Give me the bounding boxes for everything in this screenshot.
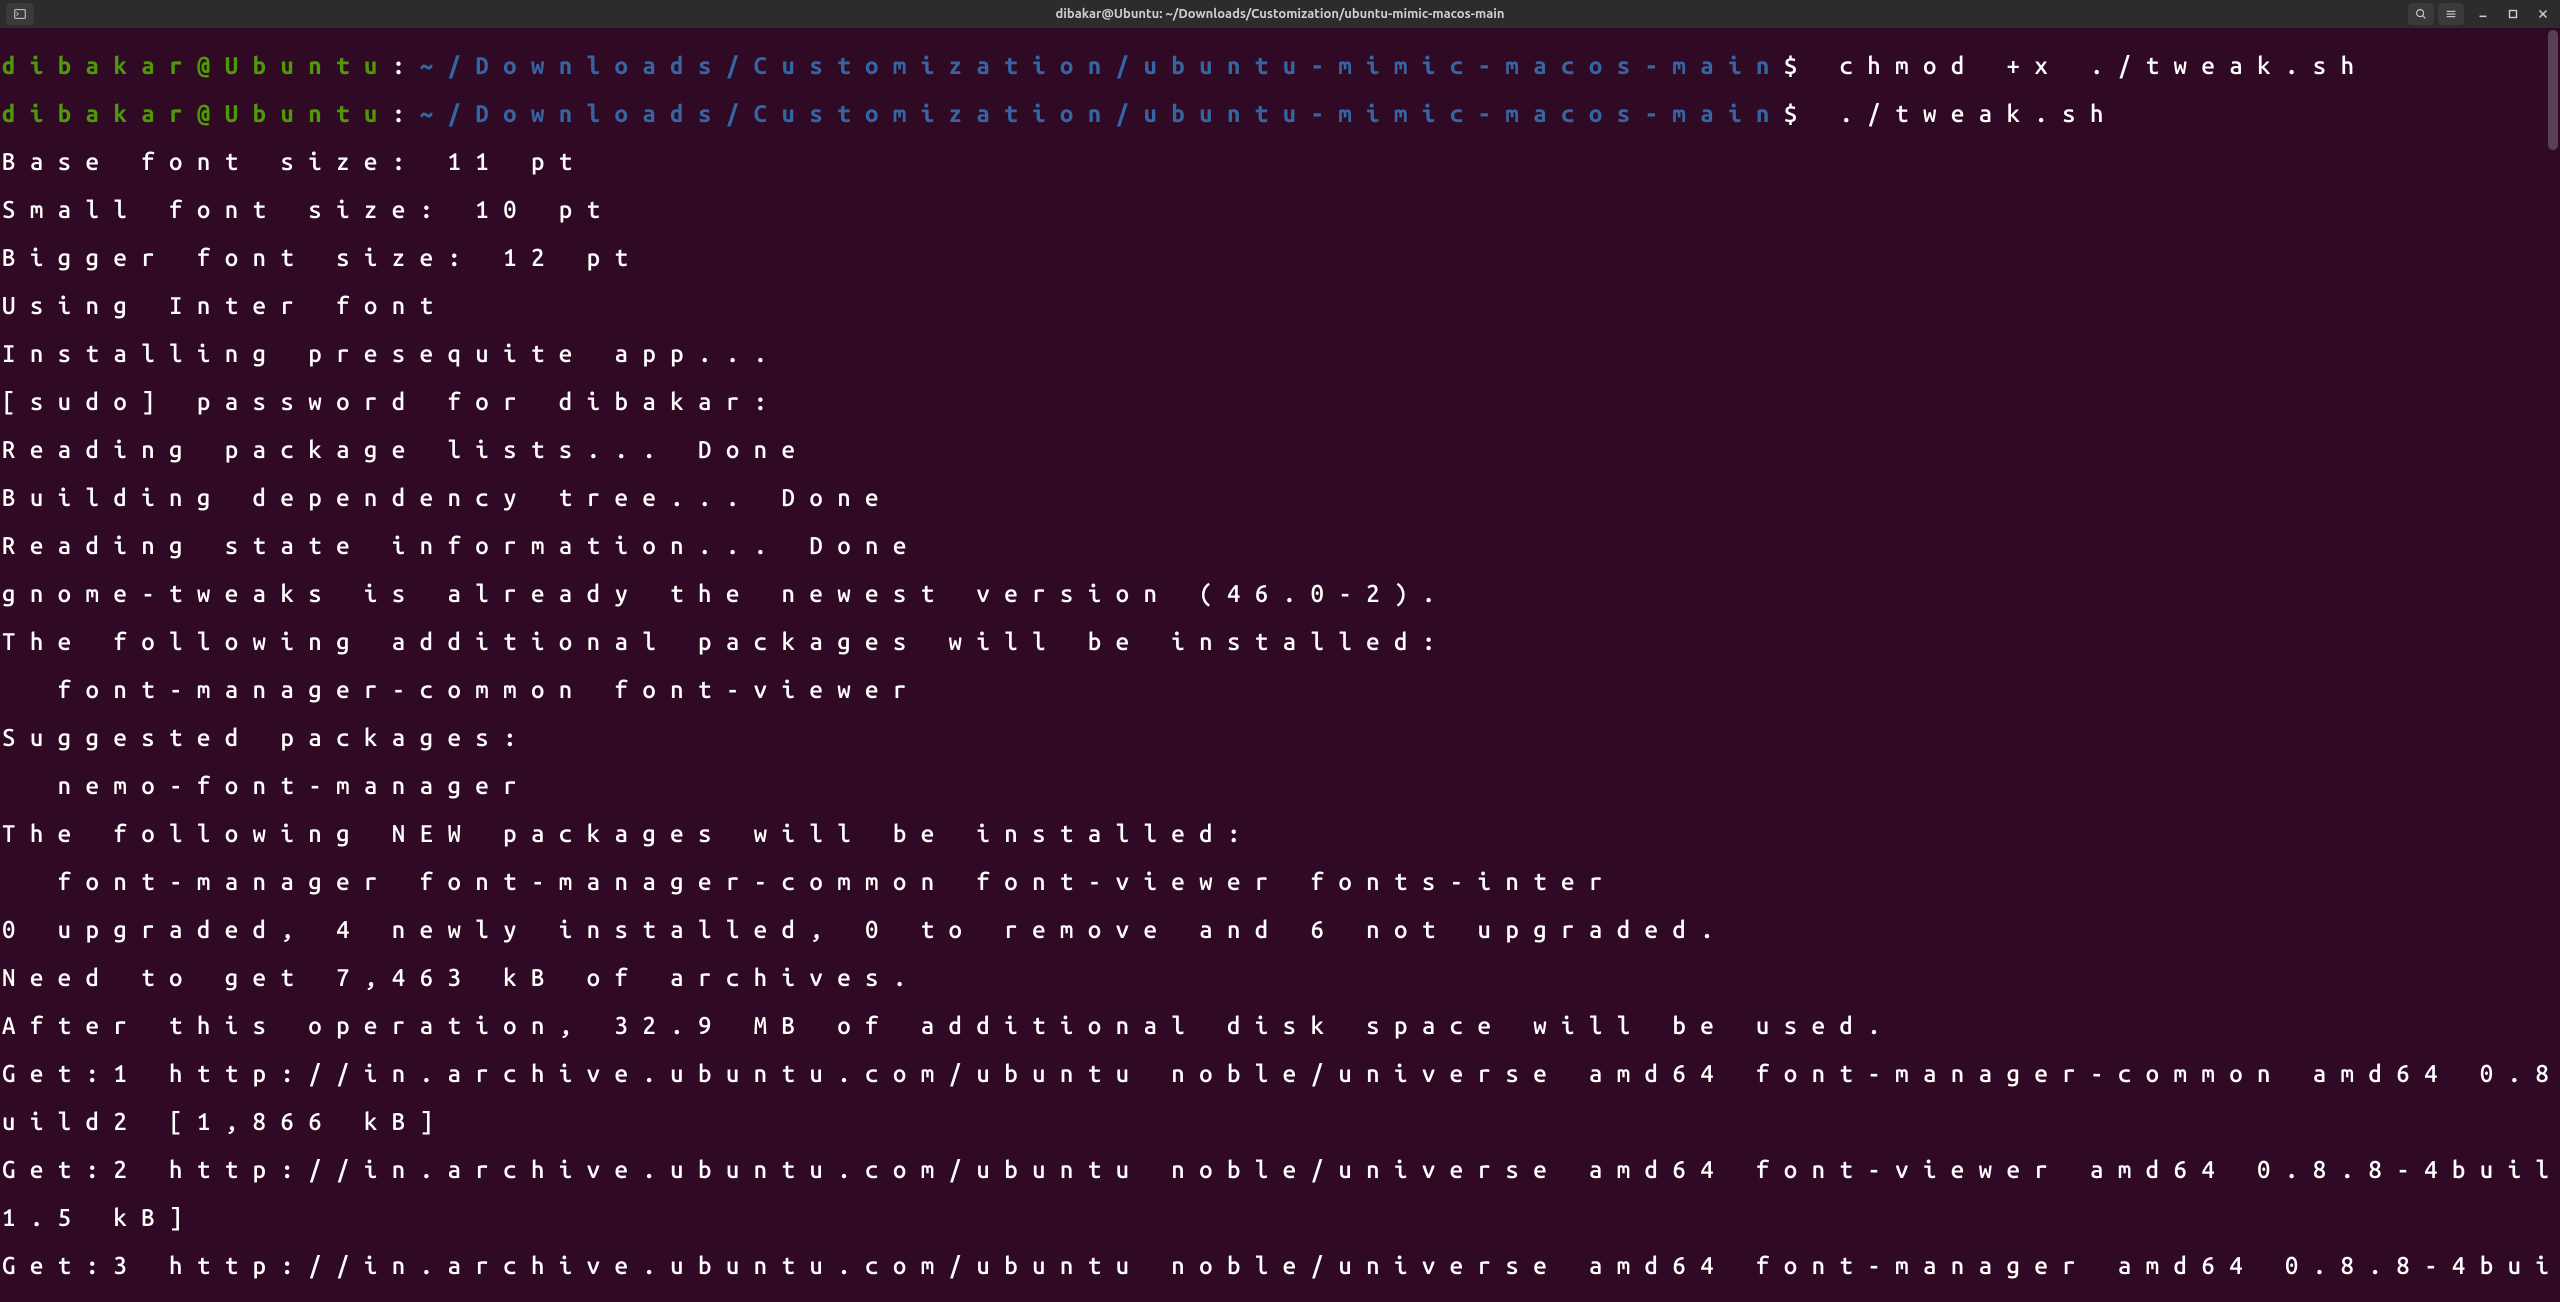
output-line: Get:2 http://in.archive.ubuntu.com/ubunt… xyxy=(0,1158,2560,1182)
output-line: Get:1 http://in.archive.ubuntu.com/ubunt… xyxy=(0,1062,2560,1086)
new-tab-button[interactable] xyxy=(6,3,34,25)
prompt-line-1: dibakar@Ubuntu:~/Downloads/Customization… xyxy=(0,54,2560,78)
close-button[interactable] xyxy=(2532,3,2554,25)
minimize-icon xyxy=(2476,7,2490,21)
maximize-button[interactable] xyxy=(2502,3,2524,25)
scrollbar-thumb[interactable] xyxy=(2548,30,2558,150)
close-icon xyxy=(2536,7,2550,21)
titlebar-left xyxy=(6,3,34,25)
window-titlebar: dibakar@Ubuntu: ~/Downloads/Customizatio… xyxy=(0,0,2560,28)
output-line: The following NEW packages will be insta… xyxy=(0,822,2560,846)
output-line: Installing presequite app... xyxy=(0,342,2560,366)
maximize-icon xyxy=(2506,7,2520,21)
titlebar-right xyxy=(2408,3,2554,25)
menu-button[interactable] xyxy=(2438,3,2464,25)
output-line: nemo-font-manager xyxy=(0,774,2560,798)
prompt-colon: : xyxy=(392,52,420,79)
search-button[interactable] xyxy=(2408,3,2434,25)
command-1: chmod +x ./tweak.sh xyxy=(1812,52,2369,79)
output-line: font-manager-common font-viewer xyxy=(0,678,2560,702)
command-2: ./tweak.sh xyxy=(1812,100,2118,127)
output-line: uild2 [1,866 kB] xyxy=(0,1110,2560,1134)
terminal-area[interactable]: dibakar@Ubuntu:~/Downloads/Customization… xyxy=(0,28,2560,1302)
prompt-user-host: dibakar@Ubuntu xyxy=(2,100,392,127)
prompt-dollar: $ xyxy=(1784,100,1812,127)
output-line: Building dependency tree... Done xyxy=(0,486,2560,510)
output-line: font-manager font-manager-common font-vi… xyxy=(0,870,2560,894)
output-line: Reading state information... Done xyxy=(0,534,2560,558)
output-line: 0 upgraded, 4 newly installed, 0 to remo… xyxy=(0,918,2560,942)
minimize-button[interactable] xyxy=(2472,3,2494,25)
output-line: The following additional packages will b… xyxy=(0,630,2560,654)
output-line: Need to get 7,463 kB of archives. xyxy=(0,966,2560,990)
output-line: Suggested packages: xyxy=(0,726,2560,750)
output-line: [sudo] password for dibakar: xyxy=(0,390,2560,414)
output-line: Base font size: 11 pt xyxy=(0,150,2560,174)
prompt-path: ~/Downloads/Customization/ubuntu-mimic-m… xyxy=(420,100,1784,127)
output-line: Get:3 http://in.archive.ubuntu.com/ubunt… xyxy=(0,1254,2560,1278)
output-line: gnome-tweaks is already the newest versi… xyxy=(0,582,2560,606)
prompt-dollar: $ xyxy=(1784,52,1812,79)
window-title: dibakar@Ubuntu: ~/Downloads/Customizatio… xyxy=(1056,7,1505,21)
scrollbar[interactable] xyxy=(2546,28,2560,1048)
terminal-icon xyxy=(13,7,27,21)
output-line: Using Inter font xyxy=(0,294,2560,318)
prompt-line-2: dibakar@Ubuntu:~/Downloads/Customization… xyxy=(0,102,2560,126)
hamburger-icon xyxy=(2444,7,2458,21)
prompt-colon: : xyxy=(392,100,420,127)
search-icon xyxy=(2414,7,2428,21)
prompt-path: ~/Downloads/Customization/ubuntu-mimic-m… xyxy=(420,52,1784,79)
prompt-user-host: dibakar@Ubuntu xyxy=(2,52,392,79)
output-line: After this operation, 32.9 MB of additio… xyxy=(0,1014,2560,1038)
output-line: Reading package lists... Done xyxy=(0,438,2560,462)
output-line: Small font size: 10 pt xyxy=(0,198,2560,222)
output-line: 1.5 kB] xyxy=(0,1206,2560,1230)
output-line: Bigger font size: 12 pt xyxy=(0,246,2560,270)
